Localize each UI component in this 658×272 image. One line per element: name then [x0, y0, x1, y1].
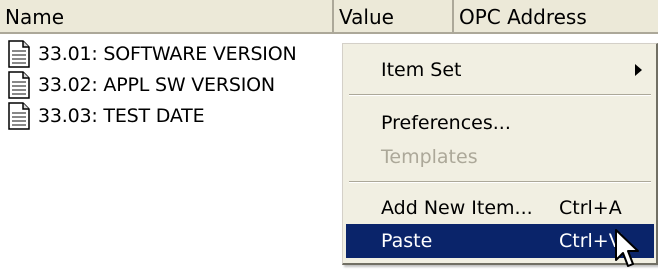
list-item-label: 33.02: APPL SW VERSION	[38, 73, 275, 96]
list-item-label: 33.03: TEST DATE	[38, 104, 205, 127]
mouse-pointer-icon	[615, 229, 639, 267]
list-rows: 33.01: SOFTWARE VERSION 33.02: APPL SW V…	[0, 38, 340, 131]
document-icon	[8, 101, 30, 130]
list-item[interactable]: 33.02: APPL SW VERSION	[0, 69, 340, 100]
menu-item-shortcut: Ctrl+A	[559, 197, 622, 219]
list-item-label: 33.01: SOFTWARE VERSION	[38, 42, 297, 65]
submenu-arrow-icon	[635, 64, 642, 76]
list-item[interactable]: 33.03: TEST DATE	[0, 100, 340, 131]
menu-item-label: Add New Item...	[381, 197, 533, 219]
list-item[interactable]: 33.01: SOFTWARE VERSION	[0, 38, 340, 69]
menu-item-preferences[interactable]: Preferences...	[346, 106, 654, 140]
context-menu: Item Set Preferences... Templates Add Ne…	[342, 43, 658, 265]
column-header-value[interactable]: Value	[334, 0, 454, 34]
menu-separator	[349, 94, 651, 96]
menu-item-shortcut: Ctrl+V	[559, 230, 622, 252]
list-header: Name Value OPC Address	[0, 0, 658, 34]
menu-item-templates: Templates	[346, 140, 654, 174]
menu-item-item-set[interactable]: Item Set	[346, 53, 654, 87]
menu-separator	[349, 181, 651, 183]
document-icon	[8, 70, 30, 99]
menu-item-label: Preferences...	[381, 112, 511, 134]
menu-item-paste[interactable]: Paste Ctrl+V	[346, 224, 654, 258]
menu-item-label: Templates	[381, 146, 478, 168]
column-header-name[interactable]: Name	[0, 0, 334, 34]
column-header-opc-address[interactable]: OPC Address	[454, 0, 658, 34]
menu-item-add-new-item[interactable]: Add New Item... Ctrl+A	[346, 191, 654, 225]
menu-item-label: Item Set	[381, 59, 462, 81]
menu-item-label: Paste	[381, 230, 433, 252]
document-icon	[8, 39, 30, 68]
